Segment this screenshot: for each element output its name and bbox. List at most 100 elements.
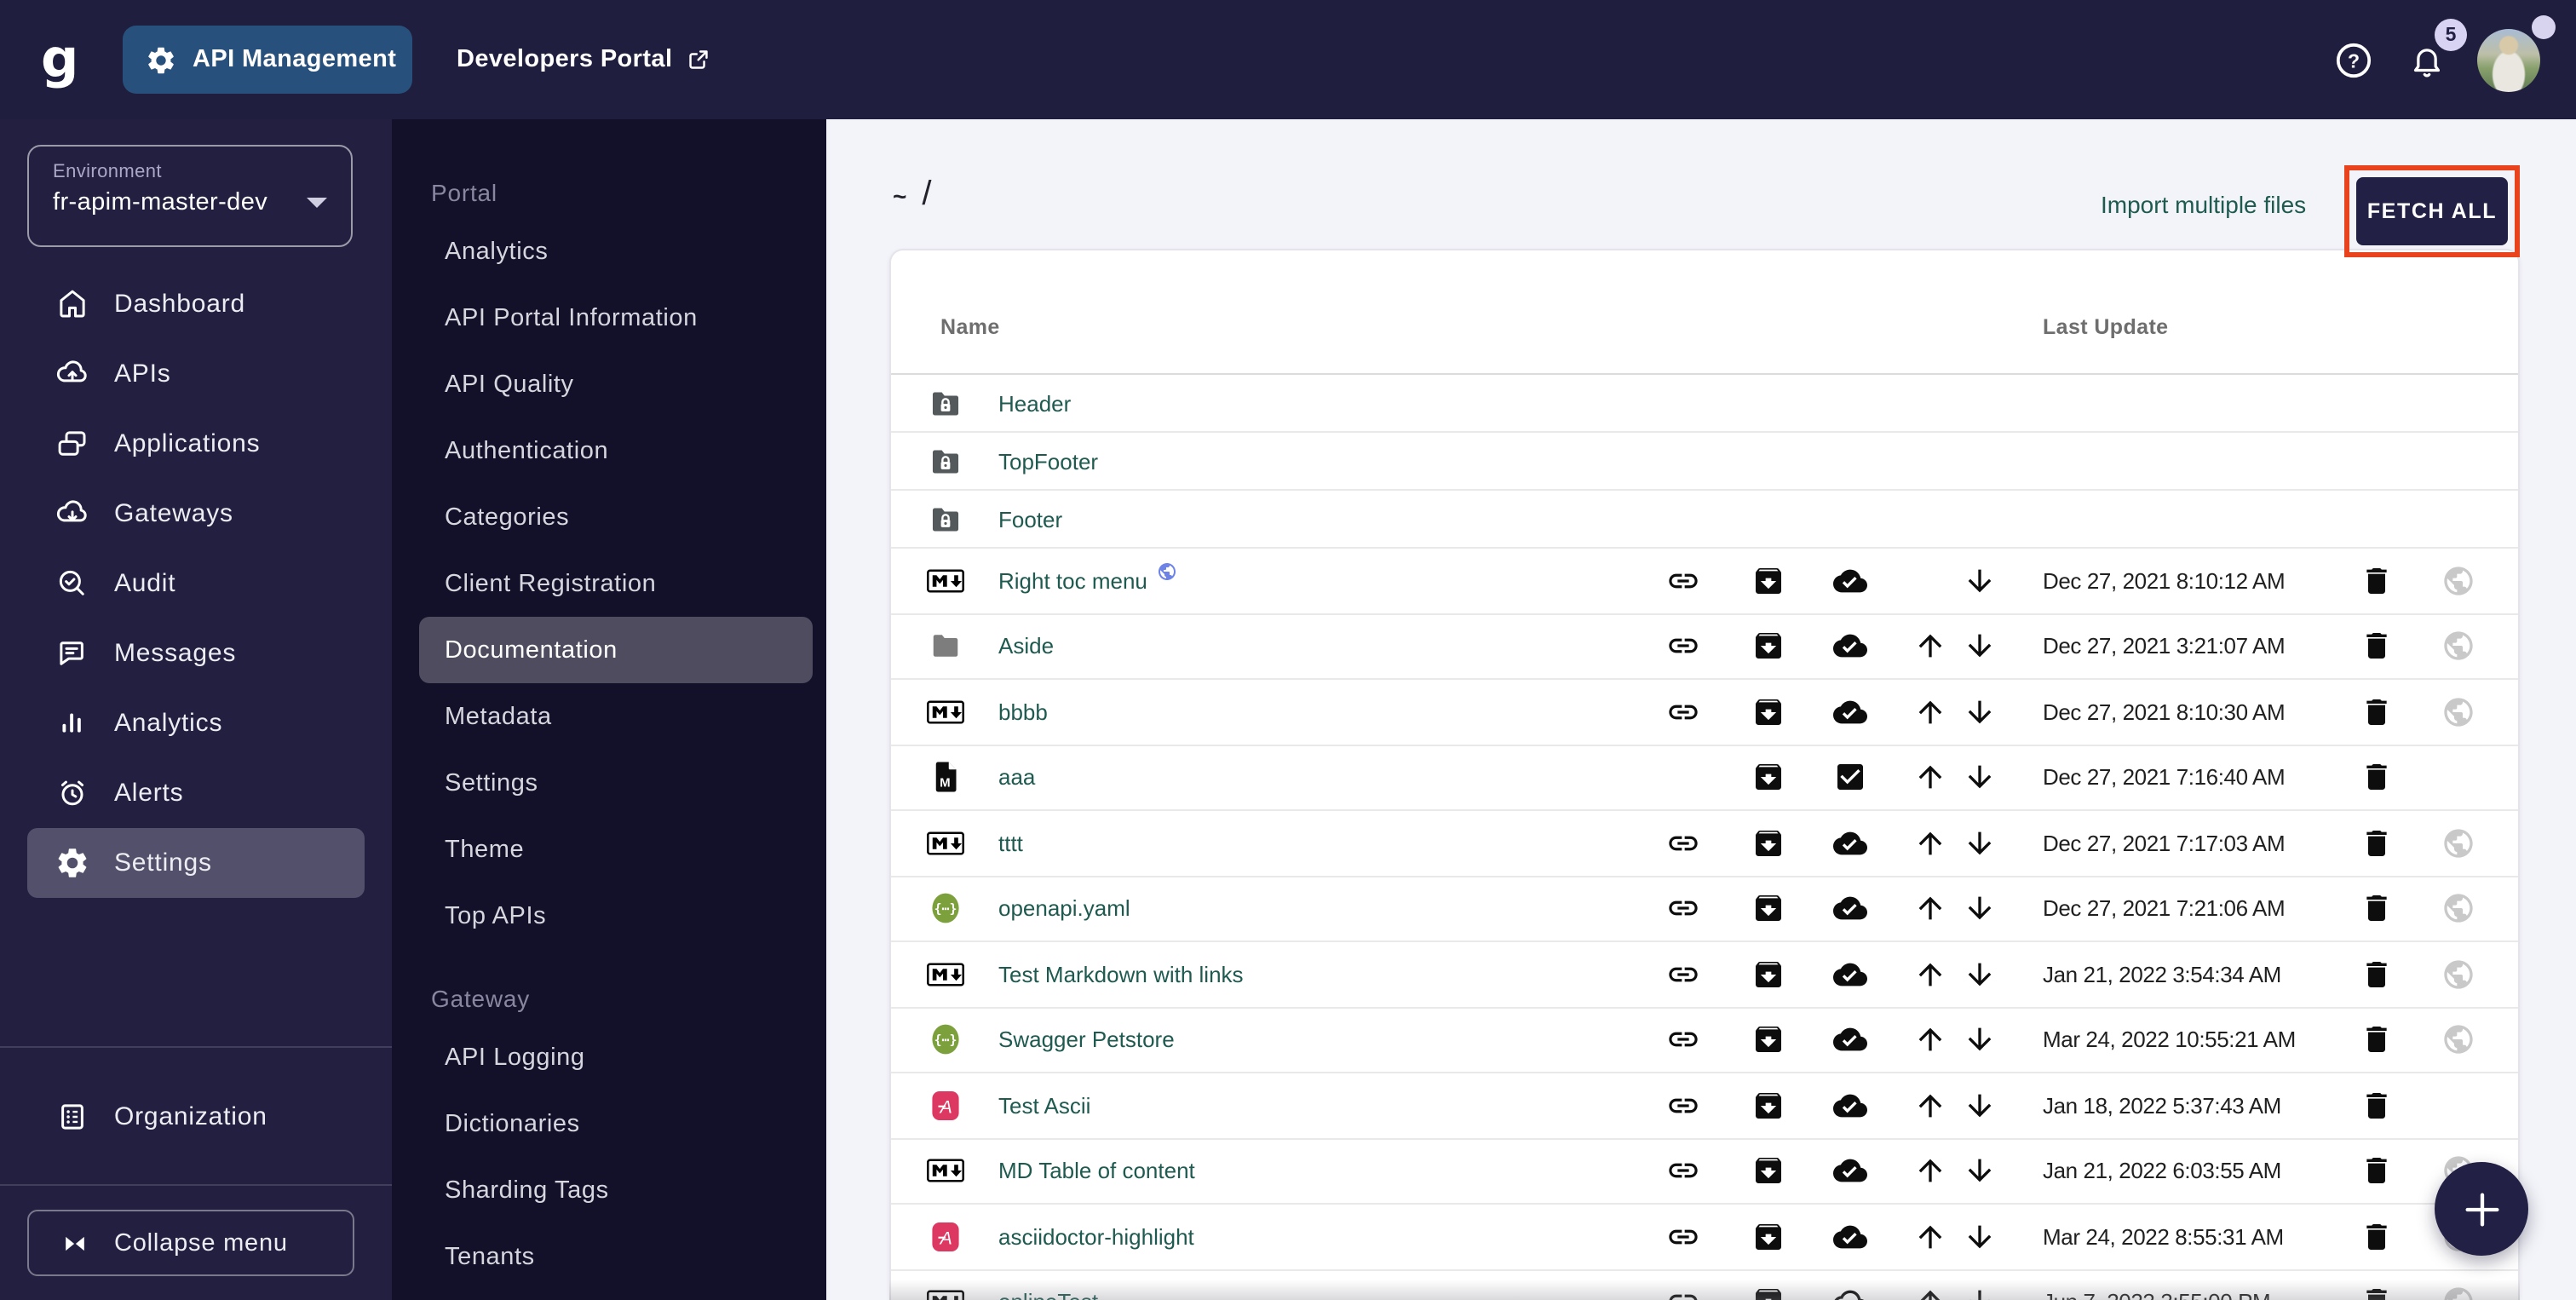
sidebar-item-organization[interactable]: Organization <box>27 1082 365 1152</box>
published-cloud-check-icon[interactable] <box>1833 958 1867 992</box>
subnav-item-api-portal-information[interactable]: API Portal Information <box>419 285 813 351</box>
sidebar-item-settings[interactable]: Settings <box>27 828 365 898</box>
published-cloud-check-icon[interactable] <box>1833 695 1867 729</box>
resource-link-icon[interactable] <box>1666 695 1700 729</box>
move-down-icon[interactable] <box>1963 826 1997 860</box>
archive-icon[interactable] <box>1751 826 1785 860</box>
publish-globe-icon[interactable] <box>2441 826 2475 860</box>
resource-link-icon[interactable] <box>1666 892 1700 926</box>
document-link[interactable]: aaa <box>998 765 1035 791</box>
archive-icon[interactable] <box>1751 1023 1785 1057</box>
archive-icon[interactable] <box>1751 892 1785 926</box>
subnav-item-settings[interactable]: Settings <box>419 750 813 816</box>
move-down-icon[interactable] <box>1963 1154 1997 1188</box>
resource-link-icon[interactable] <box>1666 958 1700 992</box>
sidebar-item-apis[interactable]: APIs <box>27 339 365 409</box>
publish-globe-icon[interactable] <box>2441 630 2475 664</box>
document-link[interactable]: Test Ascii <box>998 1093 1090 1119</box>
move-down-icon[interactable] <box>1963 695 1997 729</box>
archive-icon[interactable] <box>1751 1220 1785 1254</box>
sidebar-item-gateways[interactable]: Gateways <box>27 479 365 549</box>
delete-icon[interactable] <box>2360 630 2394 664</box>
resource-link-icon[interactable] <box>1666 1023 1700 1057</box>
archive-icon[interactable] <box>1751 630 1785 664</box>
resource-link-icon[interactable] <box>1666 1154 1700 1188</box>
subnav-item-tenants[interactable]: Tenants <box>419 1223 813 1290</box>
publish-globe-icon[interactable] <box>2441 1023 2475 1057</box>
document-link[interactable]: Header <box>998 390 1071 416</box>
published-cloud-check-icon[interactable] <box>1833 564 1867 598</box>
resource-link-icon[interactable] <box>1666 630 1700 664</box>
publish-globe-icon[interactable] <box>2441 564 2475 598</box>
delete-icon[interactable] <box>2360 826 2394 860</box>
archive-icon[interactable] <box>1751 1154 1785 1188</box>
archive-icon[interactable] <box>1751 761 1785 795</box>
publish-globe-icon[interactable] <box>2441 892 2475 926</box>
move-up-icon[interactable] <box>1913 826 1947 860</box>
publish-globe-icon[interactable] <box>2441 695 2475 729</box>
resource-link-icon[interactable] <box>1666 1220 1700 1254</box>
subnav-item-sharding-tags[interactable]: Sharding Tags <box>419 1157 813 1223</box>
move-up-icon[interactable] <box>1913 958 1947 992</box>
subnav-item-categories[interactable]: Categories <box>419 484 813 550</box>
document-link[interactable]: asciidoctor-highlight <box>998 1224 1194 1250</box>
document-link[interactable]: Swagger Petstore <box>998 1027 1175 1053</box>
delete-icon[interactable] <box>2360 958 2394 992</box>
move-down-icon[interactable] <box>1963 761 1997 795</box>
move-down-icon[interactable] <box>1963 630 1997 664</box>
subnav-item-top-apis[interactable]: Top APIs <box>419 883 813 949</box>
delete-icon[interactable] <box>2360 564 2394 598</box>
subnav-item-analytics[interactable]: Analytics <box>419 218 813 285</box>
archive-icon[interactable] <box>1751 958 1785 992</box>
subnav-item-client-registration[interactable]: Client Registration <box>419 550 813 617</box>
delete-icon[interactable] <box>2360 1023 2394 1057</box>
move-up-icon[interactable] <box>1913 630 1947 664</box>
subnav-item-api-logging[interactable]: API Logging <box>419 1024 813 1090</box>
move-down-icon[interactable] <box>1963 1023 1997 1057</box>
publish-globe-icon[interactable] <box>2441 958 2475 992</box>
archive-icon[interactable] <box>1751 695 1785 729</box>
move-up-icon[interactable] <box>1913 1089 1947 1123</box>
environment-selector[interactable]: Environment fr-apim-master-dev <box>27 145 353 247</box>
move-up-icon[interactable] <box>1913 892 1947 926</box>
help-icon[interactable]: ? <box>2334 41 2373 80</box>
resource-link-icon[interactable] <box>1666 564 1700 598</box>
resource-link-icon[interactable] <box>1666 1089 1700 1123</box>
published-cloud-check-icon[interactable] <box>1833 1023 1867 1057</box>
move-up-icon[interactable] <box>1913 695 1947 729</box>
document-link[interactable]: Footer <box>998 506 1062 532</box>
document-link[interactable]: MD Table of content <box>998 1159 1195 1184</box>
delete-icon[interactable] <box>2360 1220 2394 1254</box>
document-link[interactable]: Test Markdown with links <box>998 962 1244 987</box>
document-link[interactable]: Aside <box>998 634 1054 659</box>
published-cloud-check-icon[interactable] <box>1833 892 1867 926</box>
document-link[interactable]: bbbb <box>998 699 1048 725</box>
archive-icon[interactable] <box>1751 1089 1785 1123</box>
subnav-item-api-quality[interactable]: API Quality <box>419 351 813 417</box>
published-cloud-check-icon[interactable] <box>1833 630 1867 664</box>
delete-icon[interactable] <box>2360 695 2394 729</box>
user-avatar[interactable] <box>2477 29 2540 92</box>
sidebar-item-analytics[interactable]: Analytics <box>27 688 365 758</box>
developers-portal-link[interactable]: Developers Portal <box>457 0 711 119</box>
move-up-icon[interactable] <box>1913 1220 1947 1254</box>
move-up-icon[interactable] <box>1913 1154 1947 1188</box>
move-down-icon[interactable] <box>1963 892 1997 926</box>
move-down-icon[interactable] <box>1963 1089 1997 1123</box>
collapse-menu-button[interactable]: Collapse menu <box>27 1210 354 1276</box>
move-up-icon[interactable] <box>1913 761 1947 795</box>
product-switcher-api-management[interactable]: API Management <box>123 26 412 94</box>
published-cloud-check-icon[interactable] <box>1833 1154 1867 1188</box>
document-link[interactable]: openapi.yaml <box>998 896 1130 922</box>
fetch-all-button[interactable]: FETCH ALL <box>2356 177 2508 245</box>
document-link[interactable]: TopFooter <box>998 448 1098 474</box>
sidebar-item-applications[interactable]: Applications <box>27 409 365 479</box>
delete-icon[interactable] <box>2360 892 2394 926</box>
document-link[interactable]: Right toc menu <box>998 568 1178 594</box>
published-cloud-check-icon[interactable] <box>1833 1220 1867 1254</box>
checkbox-checked-icon[interactable] <box>1833 761 1867 795</box>
resource-link-icon[interactable] <box>1666 826 1700 860</box>
sidebar-item-messages[interactable]: Messages <box>27 618 365 688</box>
sidebar-item-alerts[interactable]: Alerts <box>27 758 365 828</box>
delete-icon[interactable] <box>2360 1154 2394 1188</box>
